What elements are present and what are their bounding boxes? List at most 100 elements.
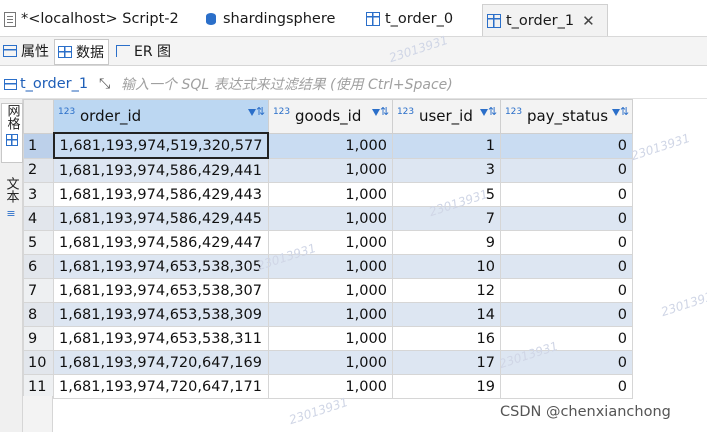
cell-goods-id[interactable]: 1,000 bbox=[267, 230, 393, 255]
cell-order-id[interactable]: 1,681,193,974,653,538,307 bbox=[53, 278, 269, 303]
cell-user-id[interactable]: 10 bbox=[391, 254, 501, 279]
tab-script-2[interactable]: *<localhost> Script-2 bbox=[4, 5, 179, 33]
tab-label: t_order_0 bbox=[385, 11, 454, 27]
cell-pay-status[interactable]: 0 bbox=[499, 374, 633, 399]
cell-goods-id[interactable]: 1,000 bbox=[267, 182, 393, 207]
cell-order-id[interactable]: 1,681,193,974,720,647,171 bbox=[53, 374, 269, 399]
numeric-type-icon: 123 bbox=[396, 107, 415, 117]
cell-user-id[interactable]: 1 bbox=[391, 132, 501, 159]
column-header-pay-status[interactable]: 123 pay_status bbox=[499, 99, 633, 134]
cell-order-id[interactable]: 1,681,193,974,586,429,447 bbox=[53, 230, 269, 255]
row-number[interactable]: 5 bbox=[23, 230, 54, 255]
tab-er-diagram[interactable]: ER 图 bbox=[113, 40, 171, 62]
cell-user-id[interactable]: 12 bbox=[391, 278, 501, 303]
filter-input[interactable] bbox=[121, 76, 696, 94]
tab-label: 网格 bbox=[4, 104, 20, 130]
table-row[interactable]: 11 1,681,193,974,720,647,171 1,000 19 0 bbox=[23, 374, 633, 399]
cell-pay-status[interactable]: 0 bbox=[499, 157, 633, 183]
cell-user-id[interactable]: 19 bbox=[391, 374, 501, 399]
row-number[interactable]: 7 bbox=[23, 278, 54, 303]
column-header-user-id[interactable]: 123 user_id bbox=[391, 99, 501, 134]
tab-t-order-1[interactable]: t_order_1 ✕ bbox=[482, 4, 608, 36]
cell-order-id[interactable]: 1,681,193,974,653,538,311 bbox=[53, 326, 269, 351]
cell-pay-status[interactable]: 0 bbox=[499, 254, 633, 279]
row-number[interactable]: 10 bbox=[23, 350, 54, 375]
cell-pay-status[interactable]: 0 bbox=[499, 132, 633, 159]
cell-pay-status[interactable]: 0 bbox=[499, 350, 633, 375]
tab-t-order-0[interactable]: t_order_0 bbox=[366, 5, 453, 33]
table-row[interactable]: 6 1,681,193,974,653,538,305 1,000 10 0 bbox=[23, 254, 633, 279]
table-row[interactable]: 4 1,681,193,974,586,429,445 1,000 7 0 bbox=[23, 206, 633, 231]
cell-user-id[interactable]: 16 bbox=[391, 326, 501, 351]
cell-user-id[interactable]: 7 bbox=[391, 206, 501, 231]
filter-sort-icon[interactable] bbox=[247, 105, 265, 122]
row-number[interactable]: 2 bbox=[23, 157, 54, 183]
cell-order-id[interactable]: 1,681,193,974,653,538,305 bbox=[53, 254, 269, 279]
cell-pay-status[interactable]: 0 bbox=[499, 302, 633, 327]
close-icon[interactable]: ✕ bbox=[582, 12, 595, 30]
column-header-goods-id[interactable]: 123 goods_id bbox=[267, 99, 393, 134]
tab-label: ER 图 bbox=[134, 44, 172, 60]
cell-order-id[interactable]: 1,681,193,974,586,429,445 bbox=[53, 206, 269, 231]
cell-user-id[interactable]: 3 bbox=[391, 157, 501, 183]
cell-goods-id[interactable]: 1,000 bbox=[267, 206, 393, 231]
tab-text-view[interactable]: 文本 ≡ bbox=[1, 177, 21, 233]
row-number[interactable]: 1 bbox=[23, 132, 54, 159]
table-row[interactable]: 5 1,681,193,974,586,429,447 1,000 9 0 bbox=[23, 230, 633, 255]
row-number[interactable]: 3 bbox=[23, 182, 54, 207]
cell-user-id[interactable]: 17 bbox=[391, 350, 501, 375]
filter-sort-icon[interactable] bbox=[371, 105, 389, 122]
row-number[interactable]: 8 bbox=[23, 302, 54, 327]
row-number[interactable]: 11 bbox=[23, 374, 54, 399]
cell-order-id[interactable]: 1,681,193,974,653,538,309 bbox=[53, 302, 269, 327]
cell-goods-id[interactable]: 1,000 bbox=[267, 132, 393, 159]
cell-pay-status[interactable]: 0 bbox=[499, 278, 633, 303]
tab-label: shardingsphere bbox=[223, 11, 336, 27]
table-row[interactable]: 9 1,681,193,974,653,538,311 1,000 16 0 bbox=[23, 326, 633, 351]
tab-properties[interactable]: 属性 bbox=[0, 40, 49, 62]
cell-goods-id[interactable]: 1,000 bbox=[267, 326, 393, 351]
row-number[interactable]: 9 bbox=[23, 326, 54, 351]
cell-goods-id[interactable]: 1,000 bbox=[267, 350, 393, 375]
cell-order-id[interactable]: 1,681,193,974,586,429,443 bbox=[53, 182, 269, 207]
expand-icon[interactable]: ⤡ bbox=[99, 76, 110, 92]
cell-pay-status[interactable]: 0 bbox=[499, 206, 633, 231]
cell-goods-id[interactable]: 1,000 bbox=[267, 278, 393, 303]
tab-label: *<localhost> Script-2 bbox=[21, 11, 179, 27]
cell-order-id[interactable]: 1,681,193,974,519,320,577 bbox=[52, 132, 270, 159]
filter-sort-icon[interactable] bbox=[479, 105, 497, 122]
filter-sort-icon[interactable] bbox=[611, 105, 629, 122]
table-row[interactable]: 7 1,681,193,974,653,538,307 1,000 12 0 bbox=[23, 278, 633, 303]
tab-shardingsphere[interactable]: shardingsphere bbox=[204, 5, 335, 33]
table-row[interactable]: 2 1,681,193,974,586,429,441 1,000 3 0 bbox=[23, 157, 633, 183]
column-label: pay_status bbox=[526, 107, 609, 125]
tab-label: t_order_1 bbox=[506, 12, 575, 29]
table-row[interactable]: 1 1,681,193,974,519,320,577 1,000 1 0 bbox=[23, 132, 633, 159]
cell-order-id[interactable]: 1,681,193,974,586,429,441 bbox=[53, 157, 269, 183]
row-number-header[interactable] bbox=[23, 99, 54, 134]
cell-order-id[interactable]: 1,681,193,974,720,647,169 bbox=[53, 350, 269, 375]
cell-user-id[interactable]: 5 bbox=[391, 182, 501, 207]
cell-pay-status[interactable]: 0 bbox=[499, 182, 633, 207]
cell-goods-id[interactable]: 1,000 bbox=[267, 157, 393, 183]
column-header-order-id[interactable]: 123 order_id bbox=[53, 99, 269, 134]
table-icon bbox=[366, 12, 380, 26]
cell-user-id[interactable]: 14 bbox=[391, 302, 501, 327]
filter-bar: t_order_1 ⤡ bbox=[0, 72, 707, 99]
row-number[interactable]: 6 bbox=[23, 254, 54, 279]
tab-grid-view[interactable]: 网格 bbox=[1, 103, 23, 163]
table-row[interactable]: 3 1,681,193,974,586,429,443 1,000 5 0 bbox=[23, 182, 633, 207]
tab-label: 文本 bbox=[3, 177, 19, 203]
cell-goods-id[interactable]: 1,000 bbox=[267, 302, 393, 327]
row-number[interactable]: 4 bbox=[23, 206, 54, 231]
cell-goods-id[interactable]: 1,000 bbox=[267, 374, 393, 399]
er-diagram-icon bbox=[116, 45, 130, 57]
table-row[interactable]: 10 1,681,193,974,720,647,169 1,000 17 0 bbox=[23, 350, 633, 375]
table-row[interactable]: 8 1,681,193,974,653,538,309 1,000 14 0 bbox=[23, 302, 633, 327]
cell-user-id[interactable]: 9 bbox=[391, 230, 501, 255]
editor-subtab-bar: 属性 数据 ER 图 bbox=[0, 37, 707, 66]
tab-data[interactable]: 数据 bbox=[54, 39, 109, 65]
cell-pay-status[interactable]: 0 bbox=[499, 326, 633, 351]
cell-pay-status[interactable]: 0 bbox=[499, 230, 633, 255]
cell-goods-id[interactable]: 1,000 bbox=[267, 254, 393, 279]
